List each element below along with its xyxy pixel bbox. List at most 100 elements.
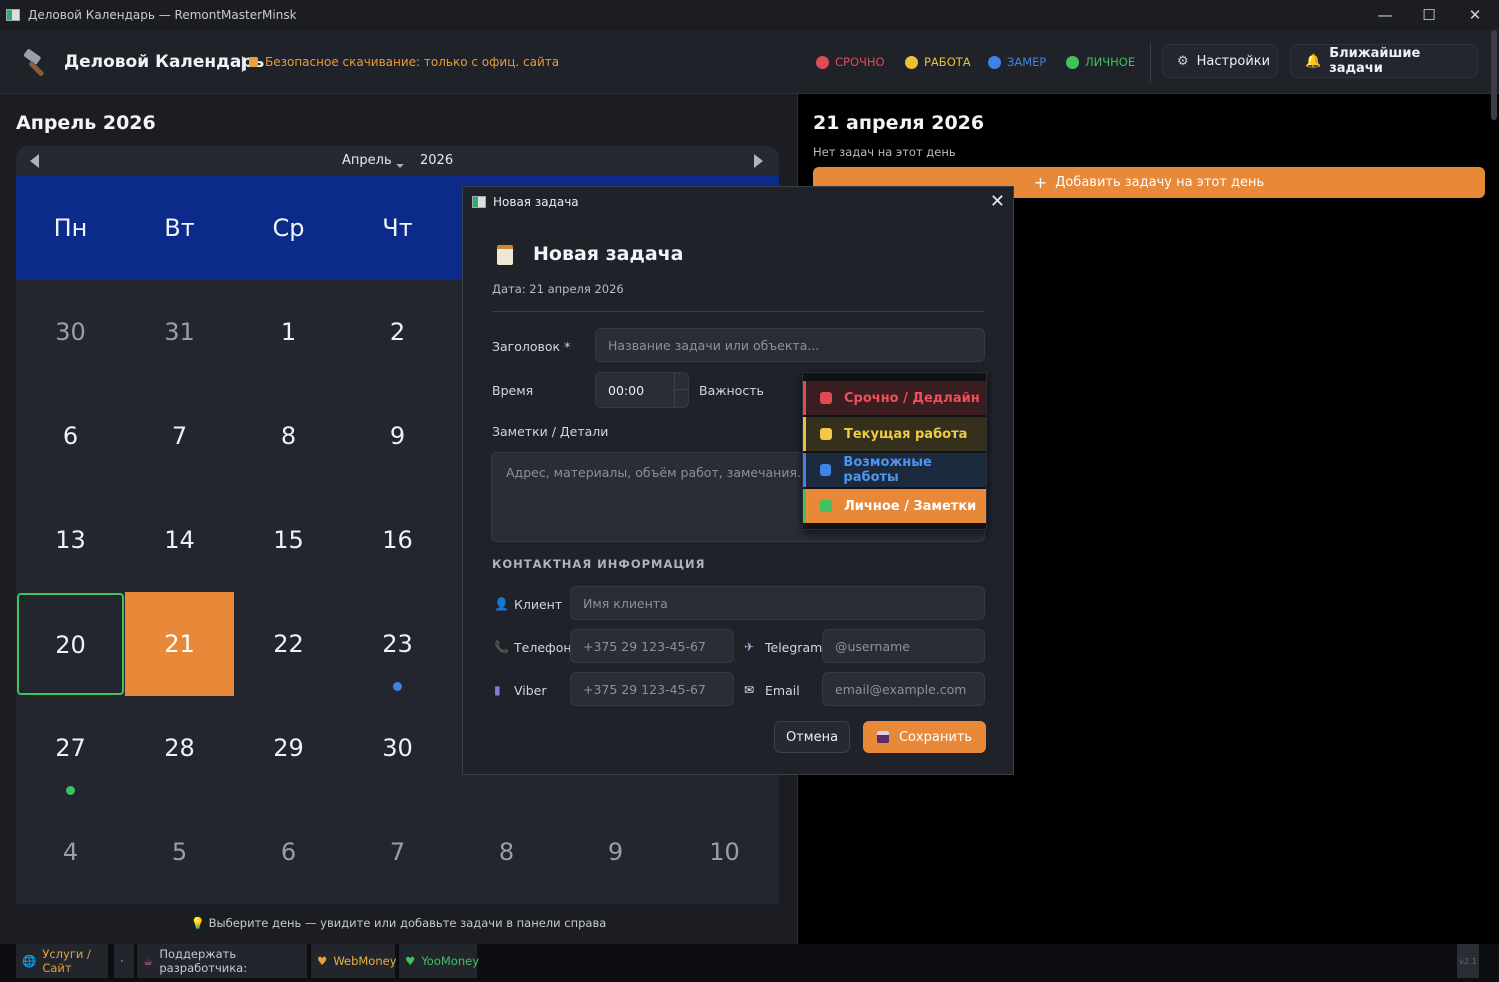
day-number: 9 bbox=[389, 422, 406, 450]
lightbulb-icon: 💡 bbox=[190, 916, 206, 930]
time-input[interactable]: 00:00 bbox=[595, 372, 689, 408]
measure-dot-icon bbox=[988, 55, 1001, 69]
day-cell-today[interactable]: 20 bbox=[17, 593, 124, 695]
day-cell[interactable]: 9 bbox=[343, 384, 452, 488]
day-cell[interactable]: 2 bbox=[343, 280, 452, 384]
day-number: 22 bbox=[273, 630, 304, 658]
day-cell[interactable]: 27 bbox=[16, 696, 125, 800]
app-header: Деловой Календарь | Безопасное скачивани… bbox=[0, 30, 1499, 94]
dialog-date: Дата: 21 апреля 2026 bbox=[492, 282, 624, 296]
priority-option-possible[interactable]: Возможные работы bbox=[803, 453, 986, 487]
version-label: v2.1 bbox=[1457, 944, 1479, 978]
day-cell[interactable]: 10 bbox=[670, 800, 779, 904]
option-label: Возможные работы bbox=[843, 455, 932, 485]
day-cell[interactable]: 23 bbox=[343, 592, 452, 696]
globe-icon: 🌐 bbox=[22, 954, 37, 968]
time-value: 00:00 bbox=[608, 382, 645, 398]
day-cell[interactable]: 8 bbox=[452, 800, 561, 904]
title-input[interactable]: Название задачи или объекта... bbox=[595, 328, 985, 362]
prev-month-icon[interactable] bbox=[30, 154, 39, 168]
day-cell[interactable]: 13 bbox=[16, 488, 125, 592]
day-number: 8 bbox=[280, 422, 297, 450]
day-number: 27 bbox=[55, 734, 86, 762]
day-cell[interactable]: 5 bbox=[125, 800, 234, 904]
priority-option-urgent[interactable]: Срочно / Дедлайн bbox=[803, 381, 986, 415]
day-number: 28 bbox=[164, 734, 195, 762]
legend-measure-label: ЗАМЕР bbox=[1007, 55, 1047, 69]
services-link[interactable]: 🌐 Услуги / Сайт bbox=[16, 944, 108, 978]
green-circle-icon bbox=[820, 500, 832, 512]
day-cell[interactable]: 30 bbox=[16, 280, 125, 384]
urgent-dot-icon bbox=[816, 55, 829, 69]
telegram-label: Telegram bbox=[765, 640, 823, 655]
footer-bar: 🌐 Услуги / Сайт · ☕ Поддержать разработч… bbox=[0, 944, 1499, 982]
day-cell[interactable]: 6 bbox=[234, 800, 343, 904]
day-cell[interactable]: 30 bbox=[343, 696, 452, 800]
day-cell[interactable]: 1 bbox=[234, 280, 343, 384]
yoomoney-button[interactable]: ♥ YooMoney bbox=[399, 944, 479, 978]
day-cell[interactable]: 16 bbox=[343, 488, 452, 592]
client-input[interactable]: Имя клиента bbox=[570, 586, 985, 620]
next-month-icon[interactable] bbox=[754, 154, 763, 168]
weekday-wed: Ср bbox=[272, 214, 305, 242]
day-cell[interactable]: 4 bbox=[16, 800, 125, 904]
day-cell[interactable]: 22 bbox=[234, 592, 343, 696]
scrollbar[interactable] bbox=[1491, 30, 1497, 120]
phone-input[interactable]: +375 29 123-45-67 bbox=[570, 629, 734, 663]
option-label: Срочно / Дедлайн bbox=[844, 390, 980, 406]
day-cell[interactable]: 28 bbox=[125, 696, 234, 800]
viber-input[interactable]: +375 29 123-45-67 bbox=[570, 672, 734, 706]
minimize-button[interactable]: — bbox=[1362, 0, 1408, 30]
close-window-button[interactable]: ✕ bbox=[1452, 0, 1498, 30]
time-label: Время bbox=[492, 383, 534, 398]
floppy-disk-icon bbox=[876, 731, 889, 743]
day-cell[interactable]: 9 bbox=[561, 800, 670, 904]
save-button[interactable]: Сохранить bbox=[863, 721, 986, 753]
maximize-button[interactable]: ☐ bbox=[1406, 0, 1452, 30]
upcoming-tasks-button[interactable]: 🔔 Ближайшие задачи bbox=[1290, 44, 1478, 78]
year-select[interactable]: 2026 bbox=[420, 153, 453, 168]
save-label: Сохранить bbox=[898, 729, 973, 745]
webmoney-button[interactable]: ♥ WebMoney bbox=[311, 944, 397, 978]
day-cell[interactable]: 29 bbox=[234, 696, 343, 800]
priority-option-work[interactable]: Текущая работа bbox=[803, 417, 986, 451]
hammer-icon bbox=[23, 49, 44, 76]
priority-option-personal[interactable]: Личное / Заметки bbox=[803, 489, 986, 523]
cancel-button[interactable]: Отмена bbox=[774, 721, 850, 753]
telegram-input[interactable]: @username bbox=[822, 629, 985, 663]
weekday-tue: Вт bbox=[164, 214, 195, 242]
email-input[interactable]: email@example.com bbox=[822, 672, 985, 706]
priority-dropdown[interactable]: Срочно / Дедлайн Текущая работа Возможны… bbox=[802, 372, 987, 530]
webmoney-label: WebMoney bbox=[333, 954, 397, 968]
day-cell[interactable]: 6 bbox=[16, 384, 125, 488]
day-cell[interactable]: 15 bbox=[234, 488, 343, 592]
day-number: 9 bbox=[607, 838, 624, 866]
upcoming-tasks-label: Ближайшие задачи bbox=[1329, 46, 1421, 76]
month-title: Апрель 2026 bbox=[16, 112, 156, 134]
day-number: 7 bbox=[389, 838, 406, 866]
bell-icon: 🔔 bbox=[1305, 53, 1322, 69]
day-cell-selected[interactable]: 21 bbox=[125, 592, 234, 696]
option-label: Личное / Заметки bbox=[844, 498, 977, 514]
secure-download-note: Безопасное скачивание: только с офиц. са… bbox=[265, 55, 560, 69]
day-cell[interactable]: 7 bbox=[343, 800, 452, 904]
day-number: 6 bbox=[280, 838, 297, 866]
chevron-down-icon[interactable] bbox=[396, 164, 404, 168]
day-cell[interactable]: 14 bbox=[125, 488, 234, 592]
header-divider bbox=[1150, 42, 1151, 82]
day-number: 5 bbox=[171, 838, 188, 866]
day-number: 15 bbox=[273, 526, 304, 554]
envelope-icon: ✉ bbox=[744, 683, 755, 697]
clipboard-icon bbox=[497, 245, 513, 265]
day-cell[interactable]: 31 bbox=[125, 280, 234, 384]
close-icon[interactable]: ✕ bbox=[990, 191, 1005, 212]
time-spinner[interactable] bbox=[674, 373, 689, 407]
day-title: 21 апреля 2026 bbox=[813, 112, 985, 134]
settings-button[interactable]: ⚙ Настройки bbox=[1162, 44, 1278, 78]
day-cell[interactable]: 8 bbox=[234, 384, 343, 488]
day-number: 20 bbox=[55, 631, 86, 659]
day-cell[interactable]: 7 bbox=[125, 384, 234, 488]
legend-personal: ЛИЧНОЕ bbox=[1066, 55, 1135, 69]
month-select[interactable]: Апрель bbox=[342, 153, 392, 168]
weekday-thu: Чт bbox=[382, 214, 413, 242]
